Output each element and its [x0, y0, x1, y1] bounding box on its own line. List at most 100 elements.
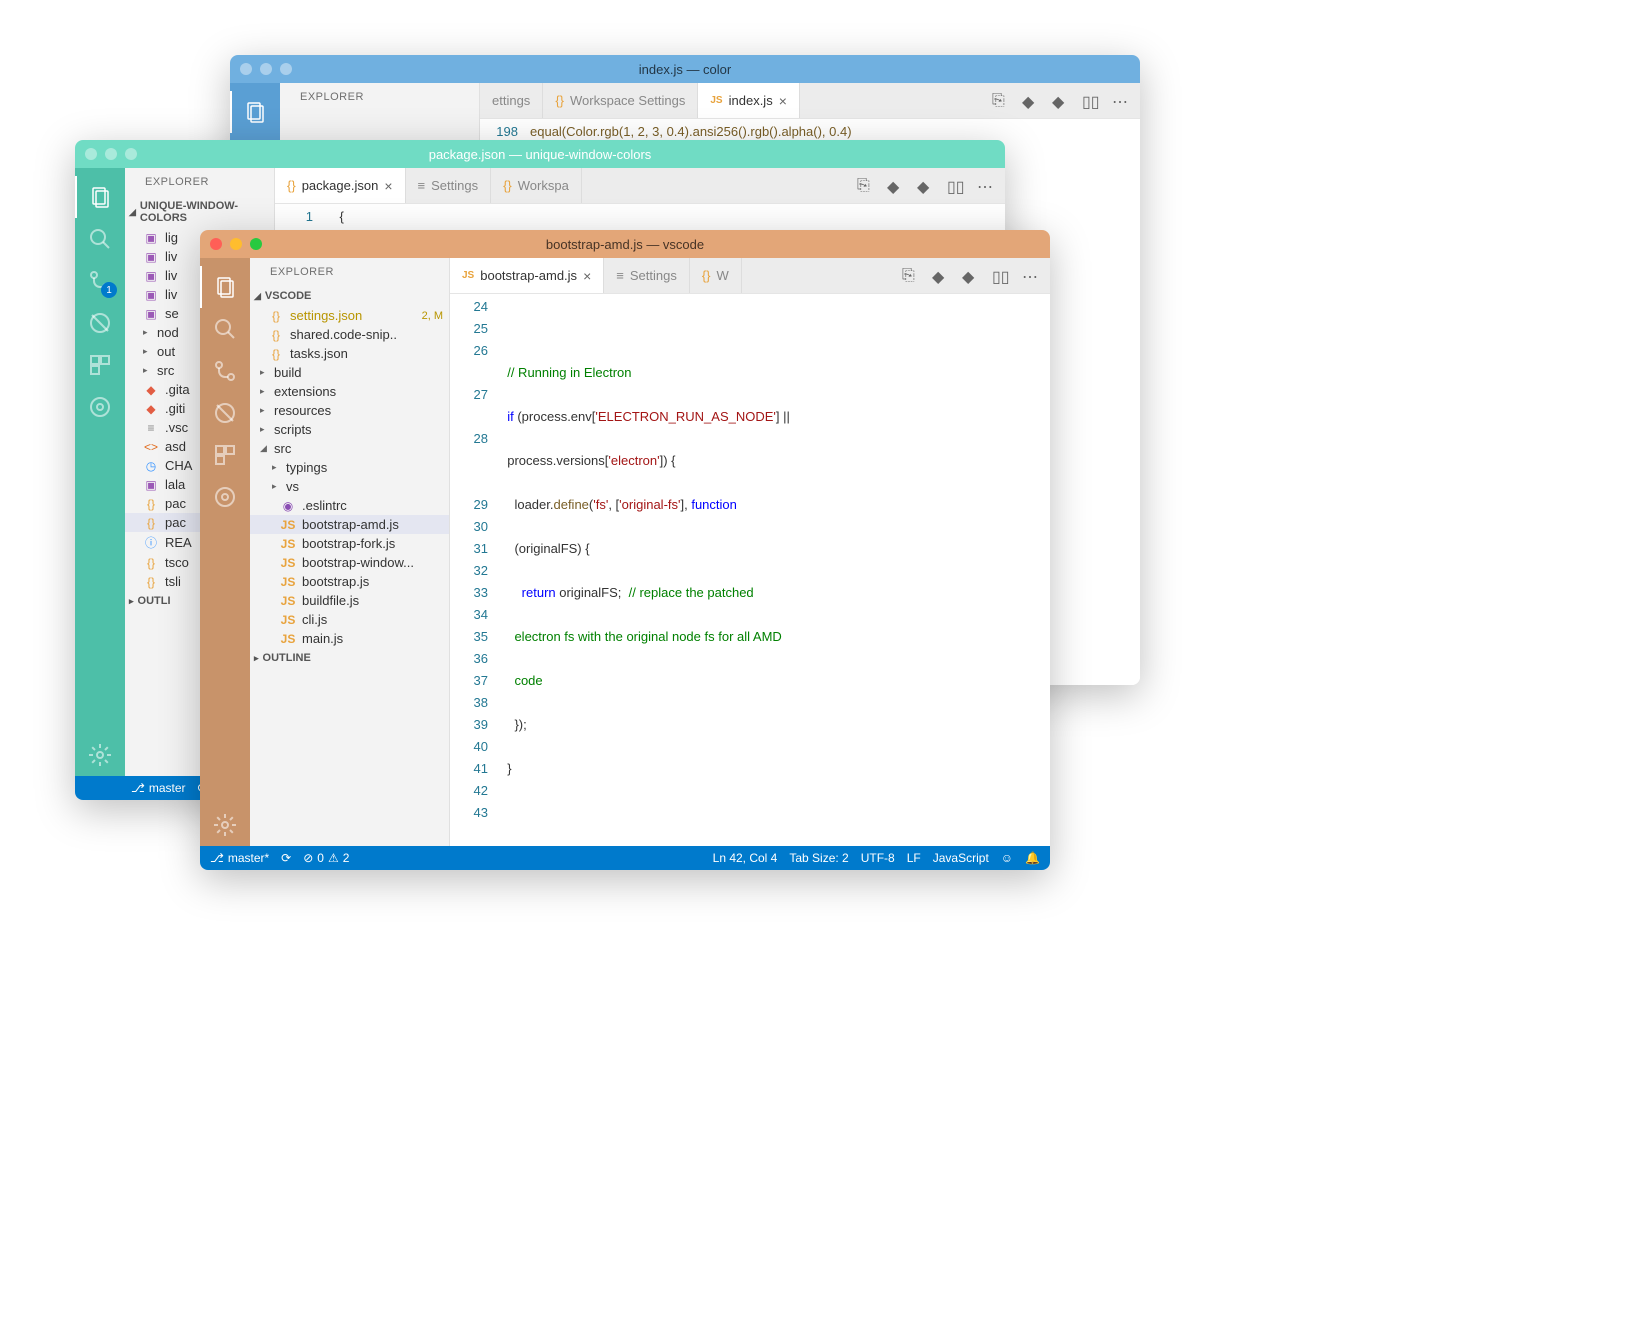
maximize-button[interactable] — [250, 238, 262, 250]
tab-workspace[interactable]: {}Workspa — [491, 168, 582, 203]
file-item[interactable]: JScli.js — [250, 610, 449, 629]
split-icon[interactable]: ▯▯ — [1082, 92, 1100, 110]
tab-workspace[interactable]: {}W — [690, 258, 742, 293]
more-icon[interactable]: ⋯ — [1022, 267, 1040, 285]
folder-item[interactable]: ◢src — [250, 439, 449, 458]
file-item[interactable]: {}shared.code-snip.. — [250, 325, 449, 344]
tab-bootstrap-amd[interactable]: JSbootstrap-amd.js× — [450, 258, 604, 293]
tab-bar: JSbootstrap-amd.js× ≡Settings {}W ⎘ ◆ ◆ … — [450, 258, 1050, 294]
gitlens-icon[interactable] — [75, 386, 125, 428]
window-title: index.js — color — [639, 62, 731, 77]
titlebar[interactable]: package.json — unique-window-colors — [75, 140, 1005, 168]
close-button[interactable] — [85, 148, 97, 160]
bookmark-icon[interactable]: ⎘ — [992, 92, 1010, 110]
folder-item[interactable]: ▸typings — [250, 458, 449, 477]
titlebar[interactable]: bootstrap-amd.js — vscode — [200, 230, 1050, 258]
file-item[interactable]: JSbuildfile.js — [250, 591, 449, 610]
next-icon[interactable]: ◆ — [962, 267, 980, 285]
explorer-icon[interactable] — [75, 176, 125, 218]
sidebar: EXPLORER ◢VSCODE {}settings.json2, M {}s… — [250, 258, 450, 846]
sync-icon[interactable]: ⟳ — [281, 851, 291, 865]
branch-status[interactable]: ⎇ master — [131, 781, 186, 795]
file-item[interactable]: JSbootstrap-window... — [250, 553, 449, 572]
maximize-button[interactable] — [125, 148, 137, 160]
titlebar[interactable]: index.js — color — [230, 55, 1140, 83]
close-icon[interactable]: × — [583, 268, 591, 284]
tab-size[interactable]: Tab Size: 2 — [789, 851, 848, 865]
language-mode[interactable]: JavaScript — [933, 851, 989, 865]
close-button[interactable] — [240, 63, 252, 75]
scm-icon[interactable]: 1 — [75, 260, 125, 302]
maximize-button[interactable] — [280, 63, 292, 75]
tab-settings[interactable]: ≡Settings — [406, 168, 492, 203]
folder-item[interactable]: ▸extensions — [250, 382, 449, 401]
file-item[interactable]: JSbootstrap-amd.js — [250, 515, 449, 534]
minimize-button[interactable] — [105, 148, 117, 160]
editor-actions: ⎘ ◆ ◆ ▯▯ ⋯ — [902, 267, 1050, 285]
folder-item[interactable]: ▸build — [250, 363, 449, 382]
outline-section[interactable]: ▸OUTLINE — [250, 648, 449, 668]
sidebar-title: EXPLORER — [280, 83, 479, 111]
folder-section[interactable]: ◢UNIQUE-WINDOW-COLORS — [125, 196, 274, 228]
prev-icon[interactable]: ◆ — [932, 267, 950, 285]
close-icon[interactable]: × — [779, 93, 787, 109]
file-item[interactable]: ◉.eslintrc — [250, 496, 449, 515]
prev-icon[interactable]: ◆ — [1022, 92, 1040, 110]
sidebar-title: EXPLORER — [125, 168, 274, 196]
folder-section[interactable]: ◢VSCODE — [250, 286, 449, 306]
search-icon[interactable] — [200, 308, 250, 350]
window-title: package.json — unique-window-colors — [429, 147, 652, 162]
explorer-icon[interactable] — [230, 91, 280, 133]
file-item[interactable]: JSbootstrap-fork.js — [250, 534, 449, 553]
file-item[interactable]: JSbootstrap.js — [250, 572, 449, 591]
file-item[interactable]: {}settings.json2, M — [250, 306, 449, 325]
next-icon[interactable]: ◆ — [917, 177, 935, 195]
eol[interactable]: LF — [907, 851, 921, 865]
gitlens-icon[interactable] — [200, 476, 250, 518]
close-button[interactable] — [210, 238, 222, 250]
tab-workspace-settings[interactable]: {}Workspace Settings — [543, 83, 698, 118]
encoding[interactable]: UTF-8 — [861, 851, 895, 865]
bell-icon[interactable]: 🔔 — [1025, 851, 1040, 865]
next-icon[interactable]: ◆ — [1052, 92, 1070, 110]
minimize-button[interactable] — [230, 238, 242, 250]
split-icon[interactable]: ▯▯ — [947, 177, 965, 195]
tab-settings[interactable]: ettings — [480, 83, 543, 118]
folder-item[interactable]: ▸scripts — [250, 420, 449, 439]
problems-status[interactable]: ⊘ 0 ⚠ 2 — [303, 851, 349, 865]
activity-bar: 1 — [75, 168, 125, 776]
scm-icon[interactable] — [200, 350, 250, 392]
tab-package-json[interactable]: {}package.json× — [275, 168, 406, 203]
extensions-icon[interactable] — [200, 434, 250, 476]
more-icon[interactable]: ⋯ — [1112, 92, 1130, 110]
folder-item[interactable]: ▸vs — [250, 477, 449, 496]
split-icon[interactable]: ▯▯ — [992, 267, 1010, 285]
extensions-icon[interactable] — [75, 344, 125, 386]
branch-status[interactable]: ⎇ master* — [210, 851, 269, 865]
folder-item[interactable]: ▸resources — [250, 401, 449, 420]
cursor-position[interactable]: Ln 42, Col 4 — [713, 851, 778, 865]
more-icon[interactable]: ⋯ — [977, 177, 995, 195]
debug-icon[interactable] — [75, 302, 125, 344]
code-content[interactable]: // Running in Electron if (process.env['… — [500, 294, 1050, 846]
line-gutter: 242526 27 28 293031323334353637383940414… — [450, 294, 500, 846]
tab-settings[interactable]: ≡Settings — [604, 258, 690, 293]
tab-bar: ettings {}Workspace Settings JSindex.js×… — [480, 83, 1140, 119]
debug-icon[interactable] — [200, 392, 250, 434]
prev-icon[interactable]: ◆ — [887, 177, 905, 195]
tab-bar: {}package.json× ≡Settings {}Workspa ⎘ ◆ … — [275, 168, 1005, 204]
close-icon[interactable]: × — [384, 178, 392, 194]
minimize-button[interactable] — [260, 63, 272, 75]
file-item[interactable]: {}tasks.json — [250, 344, 449, 363]
search-icon[interactable] — [75, 218, 125, 260]
tab-index-js[interactable]: JSindex.js× — [698, 83, 800, 118]
bookmark-icon[interactable]: ⎘ — [902, 267, 920, 285]
smiley-icon[interactable]: ☺ — [1001, 851, 1013, 865]
settings-icon[interactable] — [200, 804, 250, 846]
editor-actions: ⎘ ◆ ◆ ▯▯ ⋯ — [857, 177, 1005, 195]
settings-icon[interactable] — [75, 734, 125, 776]
file-item[interactable]: JSmain.js — [250, 629, 449, 648]
bookmark-icon[interactable]: ⎘ — [857, 177, 875, 195]
explorer-icon[interactable] — [200, 266, 250, 308]
code-editor[interactable]: 242526 27 28 293031323334353637383940414… — [450, 294, 1050, 846]
